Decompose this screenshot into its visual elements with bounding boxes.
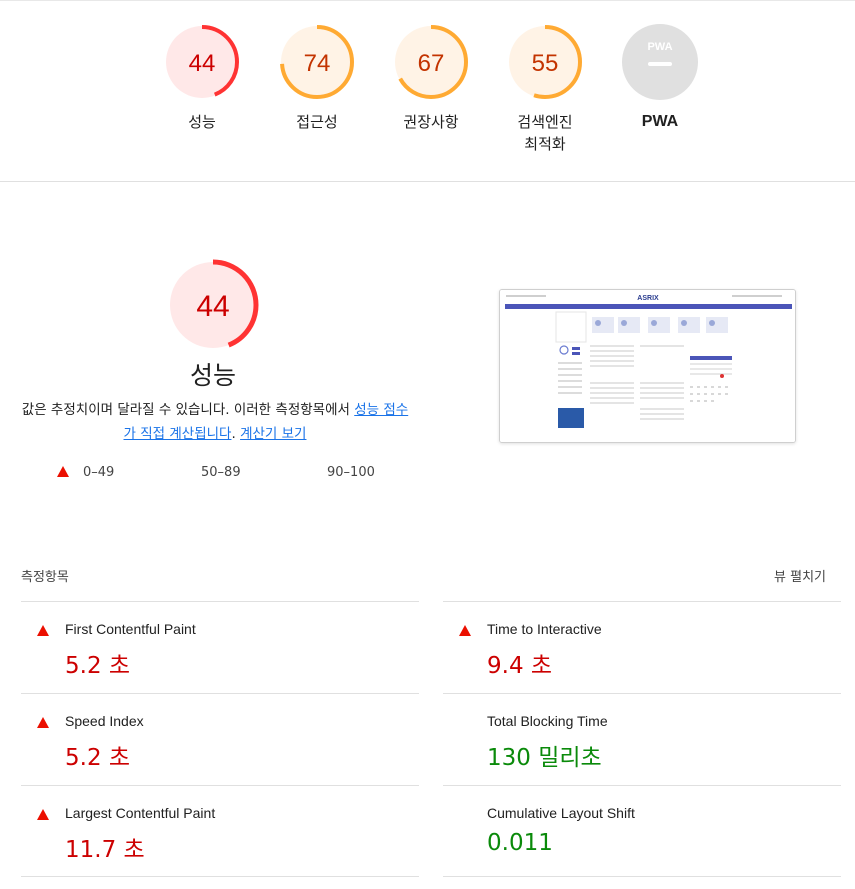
legend-fail: 0–49 — [57, 465, 114, 480]
gauge-seo[interactable]: 55 검색엔진 최적화 — [490, 23, 600, 155]
performance-gauge: 44 — [163, 255, 263, 359]
triangle-icon — [57, 466, 69, 477]
gauge-label: 검색엔진 최적화 — [517, 113, 573, 153]
metric-name: Largest Contentful Paint — [65, 805, 216, 821]
metric-tti: Time to Interactive 9.4 초 — [443, 601, 841, 693]
performance-description: 값은 추정치이며 달라질 수 있습니다. 이러한 측정항목에서 성능 점수가 직… — [20, 398, 410, 446]
metric-value: 0.011 — [487, 830, 553, 856]
screenshot-logo: ASRIX — [637, 295, 659, 302]
divider — [21, 876, 419, 877]
metric-value: 9.4 초 — [487, 653, 553, 679]
metrics-title: 측정항목 — [21, 570, 69, 585]
metric-value: 11.7 초 — [65, 837, 145, 863]
final-screenshot[interactable]: ASRIX — [499, 289, 796, 443]
divider — [443, 876, 841, 877]
metric-fcp: First Contentful Paint 5.2 초 — [21, 601, 419, 693]
triangle-icon — [37, 625, 49, 636]
metric-lcp: Largest Contentful Paint 11.7 초 — [21, 785, 419, 877]
gauge-score: 55 — [532, 50, 559, 77]
legend-label: 50–89 — [201, 465, 241, 480]
gauge-ring: 55 — [508, 25, 582, 99]
gauge-label: PWA — [641, 113, 679, 130]
pwa-badge-text: PWA — [647, 41, 672, 53]
gauge-ring: 74 — [280, 25, 354, 99]
gauge-best-practices[interactable]: 67 권장사항 — [376, 23, 486, 133]
metric-name: Speed Index — [65, 713, 144, 729]
legend-average: 50–89 — [201, 465, 241, 480]
calculator-link[interactable]: 계산기 보기 — [240, 426, 306, 442]
gauge-label: 성능 — [188, 113, 216, 131]
triangle-icon — [37, 717, 49, 728]
performance-score: 44 — [196, 290, 229, 323]
gauge-score: 74 — [304, 50, 331, 77]
legend-label: 0–49 — [83, 465, 115, 480]
pwa-icon: PWA — [622, 24, 698, 100]
metric-cls: Cumulative Layout Shift 0.011 — [443, 785, 841, 877]
expand-view-button[interactable]: 뷰 펼치기 — [774, 566, 826, 585]
screenshot-thumbnail: ASRIX — [500, 290, 795, 442]
gauge-ring: 44 — [165, 25, 239, 99]
description-text: 값은 추정치이며 달라질 수 있습니다. 이러한 측정항목에서 — [21, 402, 355, 418]
gauge-score: 44 — [189, 50, 216, 77]
metric-name: Total Blocking Time — [487, 713, 608, 729]
legend-pass: 90–100 — [327, 465, 375, 480]
performance-title: 성능 — [189, 361, 236, 390]
gauge-performance[interactable]: 44 성능 — [147, 23, 257, 133]
gauge-ring: 67 — [394, 25, 468, 99]
metric-name: Time to Interactive — [487, 621, 602, 637]
score-summary-bar: 44 성능 74 접근성 67 권장사항 55 검색엔진 최적화 PWA PWA — [0, 0, 855, 182]
gauge-pwa[interactable]: PWA PWA — [605, 23, 715, 133]
legend-label: 90–100 — [327, 465, 375, 480]
gauge-score: 67 — [418, 50, 445, 77]
metric-name: First Contentful Paint — [65, 621, 196, 637]
metrics-header: 측정항목 뷰 펼치기 — [21, 566, 826, 585]
gauge-accessibility[interactable]: 74 접근성 — [262, 23, 372, 133]
metric-value: 130 밀리초 — [487, 745, 602, 771]
description-separator: . — [231, 426, 241, 442]
gauge-ring: 44 — [167, 259, 259, 351]
metric-value: 5.2 초 — [65, 653, 131, 679]
triangle-icon — [37, 809, 49, 820]
metric-speed-index: Speed Index 5.2 초 — [21, 693, 419, 785]
gauge-label: 접근성 — [296, 113, 338, 131]
gauge-label: 권장사항 — [403, 113, 459, 131]
triangle-icon — [459, 625, 471, 636]
metric-tbt: Total Blocking Time 130 밀리초 — [443, 693, 841, 785]
metric-name: Cumulative Layout Shift — [487, 805, 635, 821]
metric-value: 5.2 초 — [65, 745, 131, 771]
